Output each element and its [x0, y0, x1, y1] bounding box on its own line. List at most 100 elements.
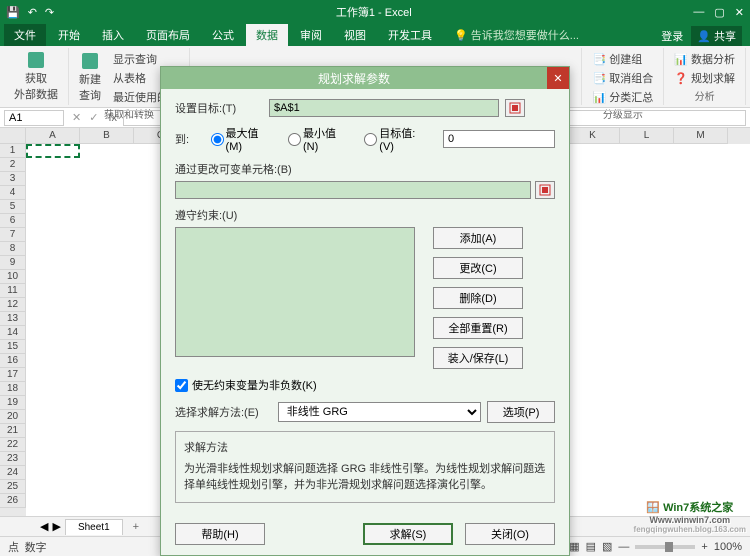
save-icon[interactable]: 💾 [6, 6, 20, 19]
target-value-input[interactable] [443, 130, 555, 148]
row-header[interactable]: 23 [0, 452, 26, 466]
row-header[interactable]: 4 [0, 186, 26, 200]
options-button[interactable]: 选项(P) [487, 401, 555, 423]
enter-icon[interactable]: ✓ [85, 111, 102, 124]
help-button[interactable]: 帮助(H) [175, 523, 265, 545]
row-header[interactable]: 2 [0, 158, 26, 172]
radio-valueof[interactable]: 目标值:(V) [364, 125, 429, 153]
radio-max[interactable]: 最大值(M) [211, 125, 274, 153]
tab-home[interactable]: 开始 [48, 24, 90, 46]
load-save-button[interactable]: 装入/保存(L) [433, 347, 523, 369]
watermark: 🪟 Win7系统之家 Www.winwin7.com fengqingwuhen… [634, 499, 746, 534]
solver[interactable]: ❓ 规划求解 [670, 69, 739, 87]
row-header[interactable]: 7 [0, 228, 26, 242]
row-header[interactable]: 19 [0, 396, 26, 410]
row-header[interactable]: 10 [0, 270, 26, 284]
add-constraint-button[interactable]: 添加(A) [433, 227, 523, 249]
constraints-list[interactable] [175, 227, 415, 357]
delete-constraint-button[interactable]: 删除(D) [433, 287, 523, 309]
share-button[interactable]: 👤 共享 [691, 26, 742, 46]
set-target-input[interactable] [269, 99, 499, 117]
method-select[interactable]: 非线性 GRG [278, 402, 481, 422]
row-header[interactable]: 24 [0, 466, 26, 480]
zoom-slider[interactable] [635, 545, 695, 549]
redo-icon[interactable]: ↷ [45, 6, 54, 19]
row-header[interactable]: 13 [0, 312, 26, 326]
row-header[interactable]: 11 [0, 284, 26, 298]
cancel-icon[interactable]: ✕ [68, 111, 85, 124]
tab-developer[interactable]: 开发工具 [378, 24, 442, 46]
column-header[interactable]: B [80, 128, 134, 144]
row-header[interactable]: 20 [0, 410, 26, 424]
dialog-titlebar[interactable]: 规划求解参数 ✕ [161, 67, 569, 89]
login-link[interactable]: 登录 [661, 28, 683, 44]
zoom-level[interactable]: 100% [714, 541, 742, 553]
new-query[interactable]: 新建 查询 [75, 50, 105, 106]
sheet-nav-next-icon[interactable]: ▶ [52, 520, 60, 533]
row-header[interactable]: 12 [0, 298, 26, 312]
close-window-icon[interactable]: ✕ [735, 6, 744, 19]
close-button[interactable]: 关闭(O) [465, 523, 555, 545]
name-box[interactable] [4, 110, 64, 126]
active-cell-indicator [26, 144, 80, 158]
fx-icon[interactable]: fx [102, 112, 123, 124]
tab-review[interactable]: 审阅 [290, 24, 332, 46]
change-constraint-button[interactable]: 更改(C) [433, 257, 523, 279]
row-header[interactable]: 3 [0, 172, 26, 186]
row-header[interactable]: 18 [0, 382, 26, 396]
view-pagebreak-icon[interactable]: ▧ [602, 540, 612, 553]
undo-icon[interactable]: ↶ [28, 6, 37, 19]
column-header[interactable]: M [674, 128, 728, 144]
sheet-nav-prev-icon[interactable]: ◀ [40, 520, 48, 533]
view-normal-icon[interactable]: ▦ [569, 540, 579, 553]
solve-button[interactable]: 求解(S) [363, 523, 453, 545]
zoom-in-icon[interactable]: + [701, 541, 707, 553]
maximize-icon[interactable]: ▢ [714, 6, 724, 19]
row-header[interactable]: 16 [0, 354, 26, 368]
row-header[interactable]: 26 [0, 494, 26, 508]
subtotal-btn[interactable]: 📊 分类汇总 [588, 88, 657, 106]
row-header[interactable]: 17 [0, 368, 26, 382]
row-header[interactable]: 1 [0, 144, 26, 158]
tab-formulas[interactable]: 公式 [202, 24, 244, 46]
tab-file[interactable]: 文件 [4, 24, 46, 46]
row-header[interactable]: 8 [0, 242, 26, 256]
minimize-icon[interactable]: — [693, 6, 704, 19]
tell-me[interactable]: 💡 告诉我您想要做什么... [444, 24, 589, 46]
row-header[interactable]: 25 [0, 480, 26, 494]
tab-data[interactable]: 数据 [246, 24, 288, 46]
row-header[interactable]: 6 [0, 214, 26, 228]
tab-view[interactable]: 视图 [334, 24, 376, 46]
solver-dialog: 规划求解参数 ✕ 设置目标:(T) 到: 最大值(M) 最小值(N) 目标值:(… [160, 66, 570, 556]
row-header[interactable]: 5 [0, 200, 26, 214]
row-header[interactable]: 15 [0, 340, 26, 354]
data-analysis[interactable]: 📊 数据分析 [670, 50, 739, 68]
column-header[interactable]: K [566, 128, 620, 144]
get-external-data[interactable]: 获取 外部数据 [10, 50, 62, 104]
range-picker-icon[interactable] [505, 99, 525, 117]
column-header[interactable]: L [620, 128, 674, 144]
group-btn[interactable]: 📑 创建组 [588, 50, 657, 68]
ungroup-btn[interactable]: 📑 取消组合 [588, 69, 657, 87]
column-header[interactable]: A [26, 128, 80, 144]
zoom-out-icon[interactable]: — [618, 541, 629, 553]
range-picker-icon[interactable] [535, 181, 555, 199]
row-headers: 1234567891011121314151617181920212223242… [0, 128, 26, 516]
set-target-label: 设置目标:(T) [175, 100, 263, 116]
quick-access-toolbar: 💾 ↶ ↷ [6, 6, 54, 19]
nonneg-checkbox[interactable]: 使无约束变量为非负数(K) [175, 377, 555, 393]
sheet-tab[interactable]: Sheet1 [65, 519, 123, 535]
variable-cells-input[interactable] [175, 181, 531, 199]
radio-min[interactable]: 最小值(N) [288, 125, 350, 153]
tab-layout[interactable]: 页面布局 [136, 24, 200, 46]
tab-insert[interactable]: 插入 [92, 24, 134, 46]
variable-cells-label: 通过更改可变单元格:(B) [175, 161, 292, 177]
reset-all-button[interactable]: 全部重置(R) [433, 317, 523, 339]
row-header[interactable]: 22 [0, 438, 26, 452]
row-header[interactable]: 14 [0, 326, 26, 340]
new-sheet-button[interactable]: + [127, 519, 145, 535]
row-header[interactable]: 9 [0, 256, 26, 270]
view-layout-icon[interactable]: ▤ [586, 540, 596, 553]
close-icon[interactable]: ✕ [547, 67, 569, 89]
row-header[interactable]: 21 [0, 424, 26, 438]
